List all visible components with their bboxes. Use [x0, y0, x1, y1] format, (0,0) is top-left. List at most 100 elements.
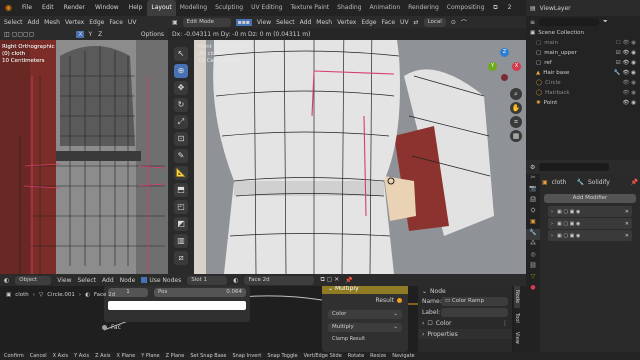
snap-icon[interactable]: ⌒ — [461, 18, 467, 27]
camera-icon[interactable]: ⌗ — [510, 116, 522, 128]
collapse-icon[interactable]: ⌄ — [328, 285, 335, 292]
multiply-node[interactable]: ⌄ Multiply Result Color ⌄ Multiply ⌄ Clamp… — [322, 284, 408, 352]
left-menu-add[interactable]: Add — [28, 19, 40, 26]
pin-icon[interactable]: 📌 — [345, 277, 352, 284]
scene-icon[interactable]: ⧉ — [488, 0, 502, 16]
tab-view[interactable]: View — [514, 328, 520, 348]
main-menu-vertex[interactable]: Vertex — [337, 19, 356, 26]
left-menu-edge[interactable]: Edge — [89, 19, 104, 26]
modifier-row-3[interactable]: › ▣ ▢ ▣ ◉ ✕ — [548, 230, 632, 241]
node-menu-select[interactable]: Select — [78, 277, 97, 284]
blender-logo-icon[interactable]: ◉ — [0, 0, 17, 16]
data-tab-icon[interactable]: ▽ — [526, 273, 540, 284]
outliner-item-hair-base[interactable]: ▲ Hair base 🔧 👁 ◉ — [526, 68, 640, 78]
breadcrumb-object[interactable]: cloth — [15, 292, 29, 298]
main-menu-add[interactable]: Add — [300, 19, 312, 26]
workspace-tab-sculpting[interactable]: Sculpting — [211, 0, 247, 16]
workspace-tab-compositing[interactable]: Compositing — [443, 0, 489, 16]
properties-editor-icon[interactable]: ⚙ — [530, 164, 535, 171]
modifier-row-1[interactable]: › ▣ ▢ ▣ ◉ ✕ — [548, 206, 632, 217]
tab-tool[interactable]: Tool — [514, 308, 520, 328]
particles-tab-icon[interactable]: ⁂ — [526, 240, 540, 251]
operation-dropdown[interactable]: Multiply ⌄ — [328, 323, 402, 332]
breadcrumb-mesh[interactable]: Circle.001 — [47, 292, 75, 298]
outliner-item-ref[interactable]: ▢ ref ☑ 👁 ◉ — [526, 58, 640, 68]
visibility-icons[interactable]: 👁 ◉ — [622, 88, 636, 98]
node-name-field[interactable]: ▭ Color Ramp — [441, 297, 508, 306]
loopcut-tool-icon[interactable]: ▥ — [174, 234, 188, 248]
annotate-tool-icon[interactable]: ✎ — [174, 149, 188, 163]
left-menu-uv[interactable]: UV — [128, 19, 137, 26]
main-viewport[interactable]: Front Orthographic (0) cloth 10 Centimet… — [194, 16, 526, 274]
navigation-gizmo[interactable]: Z Y X — [488, 48, 522, 82]
fac-input-socket[interactable] — [102, 325, 107, 330]
properties-search-field[interactable] — [539, 163, 610, 171]
z-axis-button[interactable]: Z — [96, 31, 104, 38]
menu-edit[interactable]: Edit — [37, 0, 59, 16]
move-tool-icon[interactable]: ✥ — [174, 81, 188, 95]
close-icon[interactable]: ✕ — [625, 221, 629, 227]
outliner-search-icon[interactable] — [539, 18, 600, 26]
modifier-toggle-icons[interactable]: ▣ ▢ ▣ ◉ — [557, 233, 580, 239]
render-tab-icon[interactable]: 📷 — [526, 185, 540, 196]
main-menu-uv[interactable]: UV — [400, 19, 409, 26]
main-menu-mesh[interactable]: Mesh — [316, 19, 332, 26]
menu-render[interactable]: Render — [59, 0, 90, 16]
left-menu-vertex[interactable]: Vertex — [65, 19, 84, 26]
tweak-tool-icon[interactable]: ↖ — [174, 47, 188, 61]
scene-tab-icon[interactable]: ⛭ — [526, 207, 540, 218]
rotate-tool-icon[interactable]: ↻ — [174, 98, 188, 112]
properties-section-header[interactable]: › Properties — [418, 329, 512, 339]
node-section-header[interactable]: ⌄ Node — [418, 286, 512, 296]
tool-tab-icon[interactable]: ✂ — [526, 174, 540, 185]
pan-hand-icon[interactable]: ✋ — [510, 102, 522, 114]
visibility-icons[interactable]: 👁 ◉ — [622, 98, 636, 108]
x-axis-button[interactable]: X — [76, 30, 85, 38]
node-label-field[interactable] — [441, 308, 508, 317]
orientation-icon[interactable]: ⇄ — [414, 19, 419, 26]
add-modifier-button[interactable]: Add Modifier — [544, 194, 636, 203]
ramp-color-swatch[interactable] — [108, 301, 246, 310]
object-shader-dropdown[interactable]: Object — [15, 275, 52, 285]
main-menu-edge[interactable]: Edge — [361, 19, 376, 26]
zoom-icon[interactable]: ⌕ — [510, 88, 522, 100]
modifier-toggle-icons[interactable]: ▣ ▢ ▣ ◉ — [557, 209, 580, 215]
gizmo-neg-x[interactable] — [501, 74, 508, 81]
inset-tool-icon[interactable]: ◰ — [174, 200, 188, 214]
gizmo-y-axis[interactable]: Y — [488, 62, 497, 71]
gizmo-z-axis[interactable]: Z — [500, 48, 509, 57]
color-ramp-node[interactable]: 1 Pos 0.064 — [104, 286, 250, 322]
main-menu-view[interactable]: View — [257, 19, 271, 26]
use-nodes-toggle[interactable]: Use Nodes — [141, 277, 181, 284]
result-output-socket[interactable] — [397, 297, 402, 303]
visibility-icons[interactable]: ☐ 👁 ◉ — [616, 38, 636, 48]
menu-help[interactable]: Help — [124, 0, 148, 16]
cursor-tool-icon[interactable]: ⊕ — [174, 64, 188, 78]
mode-selector[interactable]: Edit Mode — [182, 17, 231, 27]
node-menu-node[interactable]: Node — [120, 277, 136, 284]
clamp-row[interactable]: Clamp Result — [322, 336, 408, 342]
visibility-icons[interactable]: 👁 ◉ — [622, 78, 636, 88]
view-layer-name[interactable]: ViewLayer — [540, 5, 571, 12]
settings-icon[interactable]: ⋮ — [502, 320, 508, 327]
visibility-icons[interactable]: ☑ 👁 ◉ — [616, 48, 636, 58]
outliner-item-point[interactable]: ✺ Point 👁 ◉ — [526, 98, 640, 108]
close-icon[interactable]: ✕ — [625, 209, 629, 215]
menu-file[interactable]: File — [17, 0, 37, 16]
grid-icon[interactable]: ▦ — [510, 130, 522, 142]
expand-icon[interactable]: › — [551, 233, 553, 239]
workspace-tab-shading[interactable]: Shading — [333, 0, 365, 16]
constraints-tab-icon[interactable]: ⛓ — [526, 262, 540, 273]
workspace-tab-rendering[interactable]: Rendering — [404, 0, 443, 16]
transform-orientation-dropdown[interactable]: Local — [423, 17, 446, 27]
extrude-tool-icon[interactable]: ⬒ — [174, 183, 188, 197]
slot-dropdown[interactable]: Slot 1 — [187, 275, 228, 285]
material-selector[interactable]: Face 2d — [244, 275, 315, 285]
modifier-toggle-icons[interactable]: ▣ ▢ ▣ ◉ — [557, 221, 580, 227]
ramp-pos-field[interactable]: Pos 0.064 — [154, 287, 246, 297]
gizmo-x-axis[interactable]: X — [512, 62, 521, 71]
node-color-row[interactable]: › ☐ Color ⋮ — [418, 318, 512, 329]
object-tab-icon[interactable]: ▣ — [526, 218, 540, 229]
knife-tool-icon[interactable]: ⧄ — [174, 251, 188, 265]
measure-tool-icon[interactable]: 📐 — [174, 166, 188, 180]
